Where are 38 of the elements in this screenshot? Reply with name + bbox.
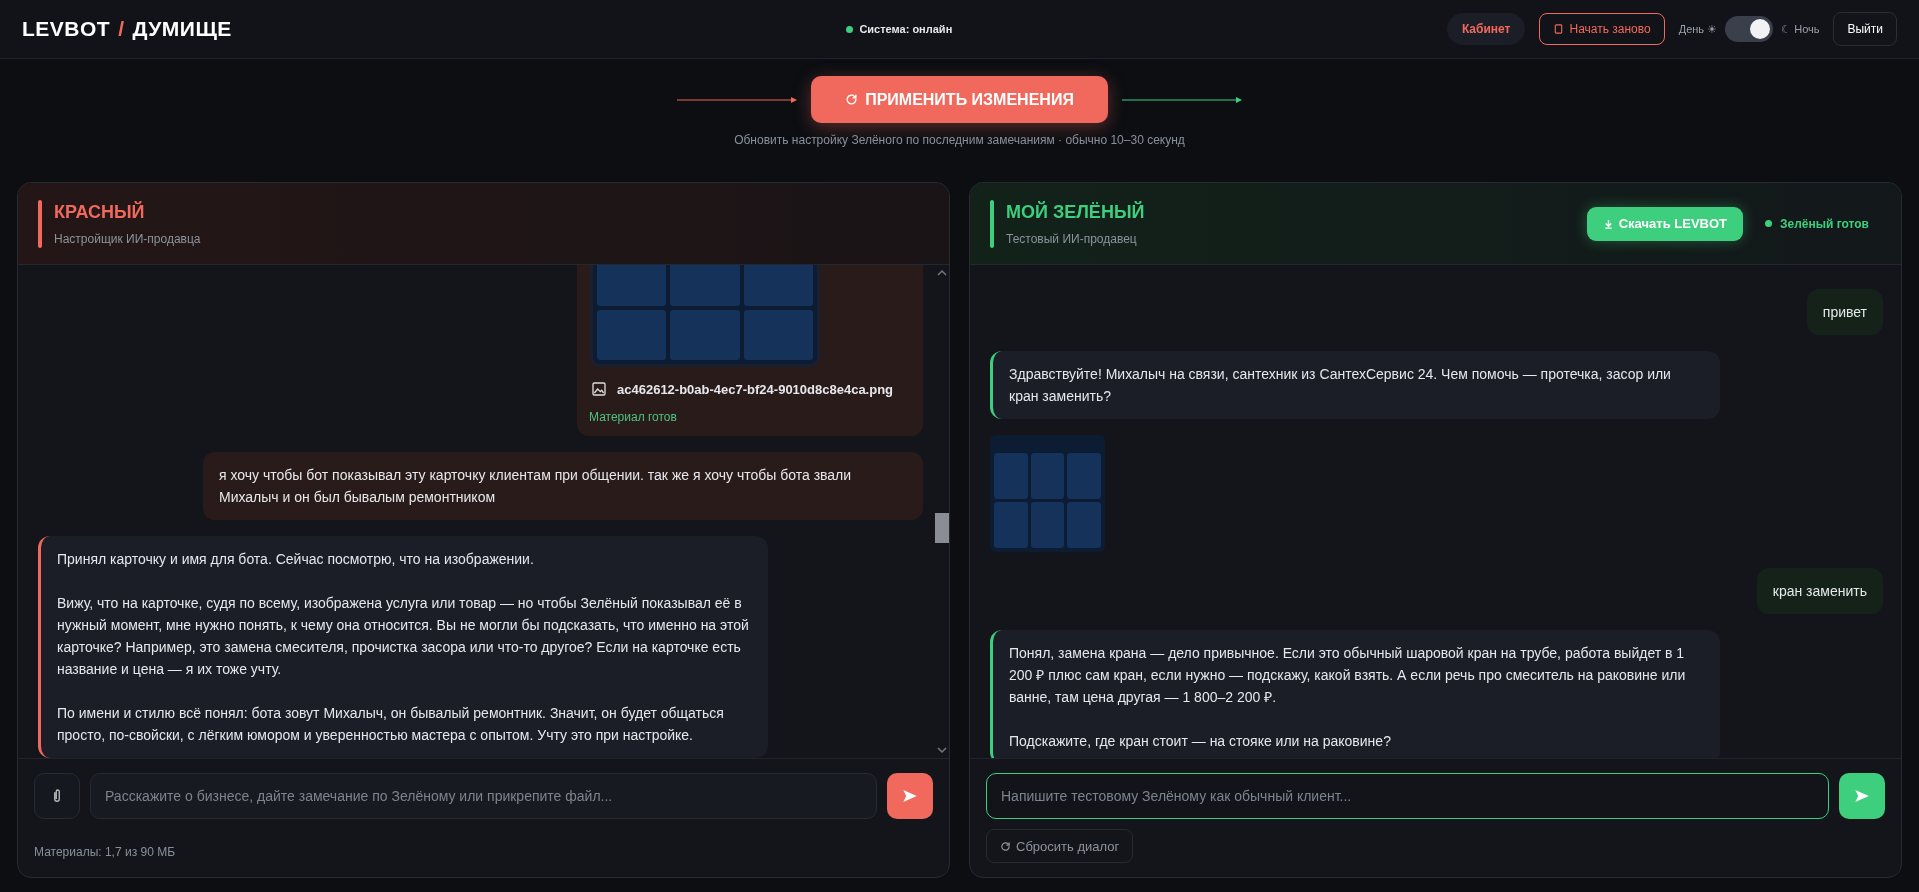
- message-input[interactable]: Напишите тестовому Зелёному как обычный клиент...: [986, 773, 1829, 819]
- night-label: ☾ Ночь: [1781, 22, 1820, 36]
- status-label: Зелёный готов: [1780, 216, 1869, 231]
- scroll-down-icon[interactable]: [937, 746, 947, 754]
- cabinet-button[interactable]: Кабинет: [1446, 13, 1526, 45]
- user-message: кран заменить: [1756, 568, 1883, 614]
- send-button[interactable]: [1839, 773, 1885, 819]
- logout-button[interactable]: Выйти: [1833, 12, 1897, 46]
- send-button[interactable]: [887, 773, 933, 819]
- day-label: День ☀: [1678, 22, 1718, 36]
- download-icon: [1602, 217, 1614, 230]
- bot-message: Понял, замена крана — дело привычное. Если это обычный шаровой кран на трубе, работа выйдет в 1 200 ₽ плюс сам кран, если нужно — подскажу, какой взять. А если речь про смеситель на раковине или ванне, там цена другая — 1 800–2 200 ₽. Подскажите, где кран стоит — на стояке или на раковине?: [990, 630, 1720, 758]
- image-file-icon: [591, 381, 607, 397]
- panel-subtitle: Настройщик ИИ-продавца: [54, 231, 202, 246]
- logo: LEVBOT / ДУМИЩЕ: [22, 17, 232, 41]
- restart-button[interactable]: Начать заново: [1539, 13, 1665, 45]
- storage-usage: Материалы: 1,7 из 90 МБ: [33, 844, 177, 861]
- user-message: привет: [1806, 289, 1883, 335]
- apply-hint: Обновить настройку Зелёного по последним замечаниям · обычно 10–30 секунд: [734, 133, 1185, 147]
- reset-dialog-button[interactable]: Сбросить диалог: [986, 829, 1134, 863]
- user-message: я хочу чтобы бот показывал эту карточку клиентам при общении. так же я хочу чтобы бота звали Михалыч и он был бывалым ремонтником: [203, 452, 923, 520]
- bot-message: Принял карточку и имя для бота. Сейчас посмотрю, что на изображении. Вижу, что на карточке, судя по всему, изображена услуга или товар — но чтобы Зелёный показывал её в нужный момент, мне нужно понять, к чему она относится. Вы не могли бы подсказать, что именно на этой карточке? Например, это замена смесителя, прочистка засора или что-то другое? Если на карточке есть название и цена — я их тоже учту. По имени и стилю всё понял: бота зовут Михалыч, он бывалый ремонтник. Значит, он будет общаться просто, по-свойски, с лёгким юмором и уверенностью мастера с опытом. Учту это при настройке.: [38, 536, 768, 758]
- scrollbar-thumb[interactable]: [935, 513, 949, 543]
- scroll-up-icon[interactable]: [937, 269, 947, 277]
- message-input[interactable]: Расскажите о бизнесе, дайте замечание по Зелёному или прикрепите файл...: [90, 773, 877, 819]
- bot-message: Здравствуйте! Михалыч на связи, сантехник из СантехСервис 24. Чем помочь — протечка, засор или кран заменить?: [990, 351, 1720, 419]
- refresh-icon: [845, 93, 859, 106]
- refresh-icon: [1000, 840, 1011, 852]
- document-icon: [1553, 23, 1565, 35]
- theme-toggle[interactable]: [1725, 16, 1774, 42]
- file-status: Материал готов: [589, 410, 678, 424]
- panel-subtitle: Тестовый ИИ-продавец: [1006, 231, 1138, 246]
- panel-title: МОЙ ЗЕЛЁНЫЙ: [1006, 201, 1146, 223]
- file-name: ac462612-b0ab-4ec7-bf24-9010d8c8e4ca.png: [617, 381, 894, 397]
- attach-button[interactable]: [34, 773, 80, 819]
- apply-changes-button[interactable]: ПРИМЕНИТЬ ИЗМЕНЕНИЯ: [811, 76, 1108, 123]
- system-status: Система: онлайн: [859, 23, 953, 35]
- panel-title: КРАСНЫЙ: [54, 201, 146, 223]
